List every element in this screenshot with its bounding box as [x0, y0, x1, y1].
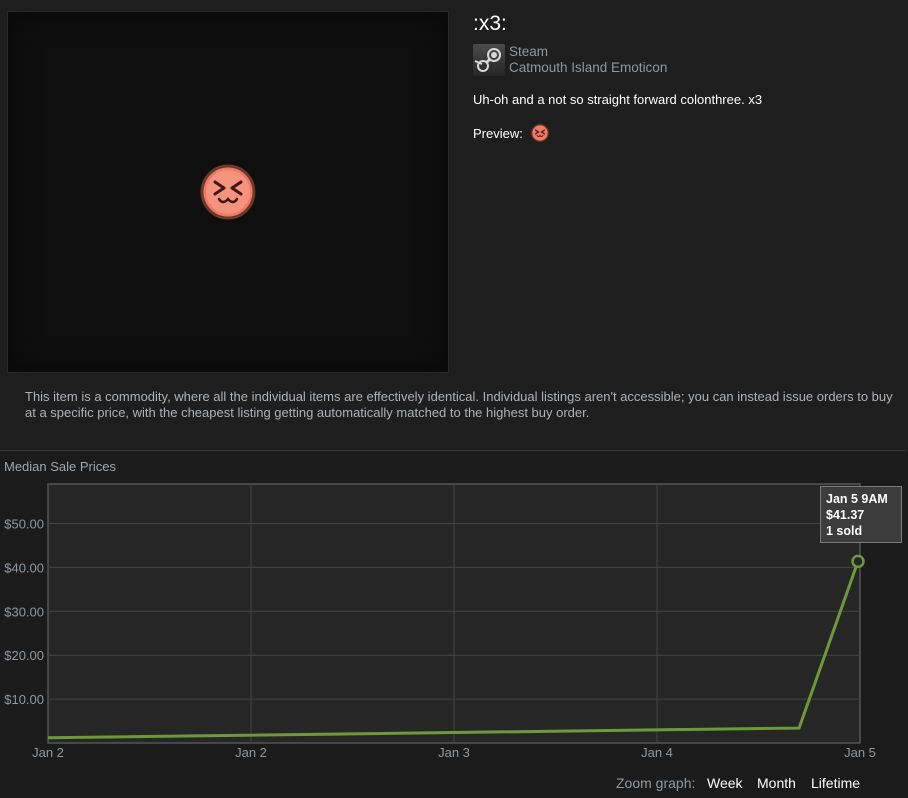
- commodity-notice: This item is a commodity, where all the …: [25, 389, 893, 420]
- x-tick-label: Jan 4: [641, 745, 673, 760]
- section-divider: [0, 450, 906, 451]
- item-description: Uh-oh and a not so straight forward colo…: [473, 92, 763, 107]
- x3-face-emoticon-icon: [200, 164, 256, 220]
- zoom-lifetime-link[interactable]: Lifetime: [811, 775, 860, 791]
- x-tick-label: Jan 3: [438, 745, 470, 760]
- y-tick-label: $10.00: [4, 692, 44, 707]
- item-title: :x3:: [473, 12, 507, 35]
- chart-tooltip: Jan 5 9AM $41.37 1 sold: [820, 486, 902, 543]
- median-sale-price-chart[interactable]: $10.00 $20.00 $30.00 $40.00 $50.00 Jan 2 Jan 2…: [0, 480, 908, 760]
- y-tick-label: $20.00: [4, 648, 44, 663]
- tooltip-date: Jan 5 9AM: [826, 492, 888, 506]
- graph-title: Median Sale Prices: [4, 459, 116, 474]
- steam-logo-icon: [473, 44, 505, 76]
- tooltip-price: $41.37: [826, 508, 865, 522]
- y-tick-label: $50.00: [4, 517, 44, 532]
- item-type: Catmouth Island Emoticon: [509, 60, 668, 75]
- tooltip-sold: 1 sold: [826, 524, 863, 538]
- highlighted-point: [851, 554, 865, 569]
- zoom-graph-label: Zoom graph:: [616, 775, 696, 791]
- x-tick-label: Jan 2: [32, 745, 64, 760]
- x-tick-label: Jan 5: [844, 745, 876, 760]
- zoom-week-link[interactable]: Week: [707, 775, 743, 791]
- zoom-month-link[interactable]: Month: [757, 775, 796, 791]
- y-tick-label: $30.00: [4, 604, 44, 619]
- x-tick-label: Jan 2: [235, 745, 267, 760]
- preview-label: Preview:: [473, 126, 523, 141]
- x3-face-preview-icon: [531, 124, 549, 142]
- y-tick-label: $40.00: [4, 560, 44, 575]
- app-name[interactable]: Steam: [509, 44, 548, 59]
- item-image-frame: [7, 11, 449, 373]
